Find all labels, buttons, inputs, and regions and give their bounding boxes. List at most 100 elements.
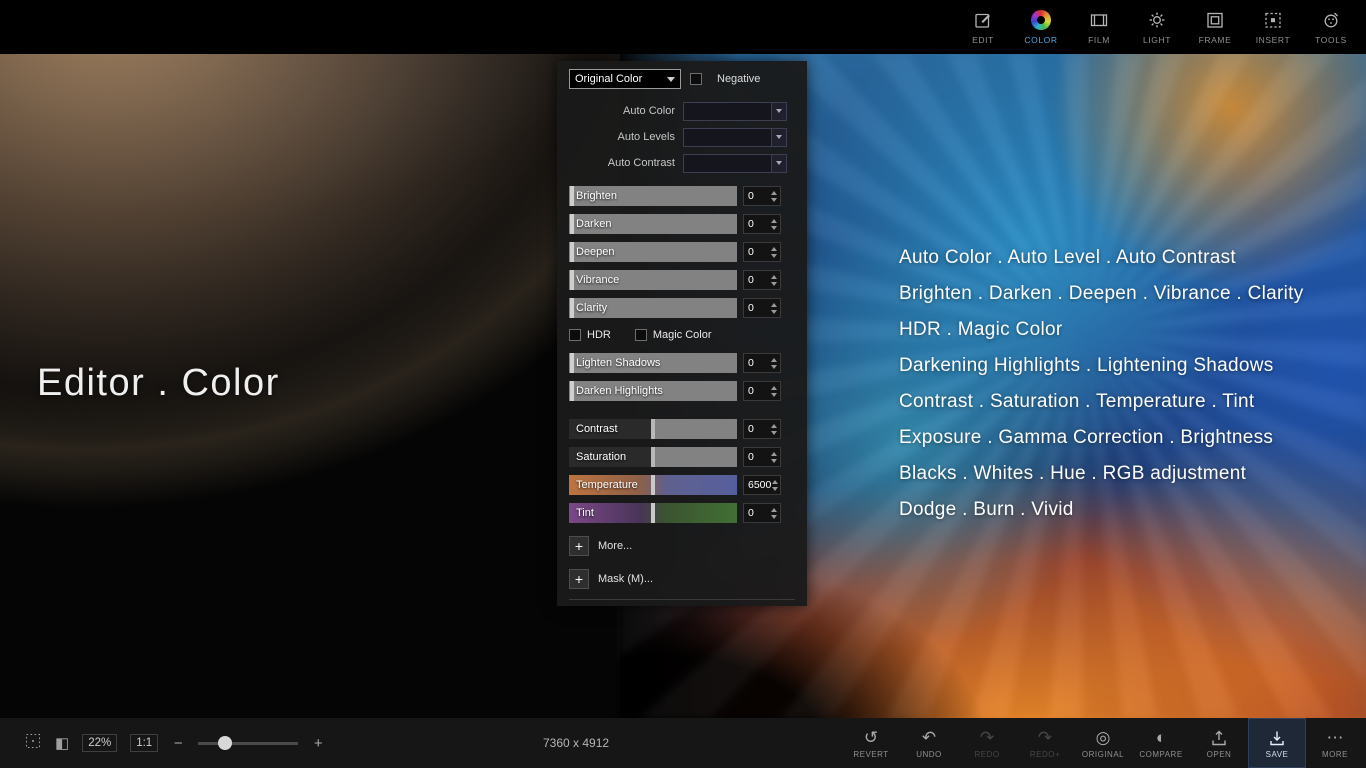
saturation-spinner[interactable]: 0 <box>743 447 781 467</box>
spin-up-icon[interactable] <box>771 275 777 279</box>
mask-button[interactable]: + <box>569 569 589 589</box>
tab-color[interactable]: COLOR <box>1012 0 1070 54</box>
slider-handle[interactable] <box>570 186 574 206</box>
slider-handle[interactable] <box>651 503 655 523</box>
spinner-arrows <box>769 275 780 286</box>
slider-handle[interactable] <box>651 475 655 495</box>
more-menu-label: MORE <box>1322 750 1348 759</box>
original-button[interactable]: ◎ ORIGINAL <box>1074 718 1132 768</box>
slider-handle[interactable] <box>651 447 655 467</box>
contrast-slider[interactable]: Contrast <box>569 419 737 439</box>
auto-color-select[interactable] <box>683 102 787 121</box>
redo-button[interactable]: ↷ REDO <box>958 718 1016 768</box>
marquee-icon[interactable] <box>24 732 42 755</box>
spin-down-icon[interactable] <box>771 282 777 286</box>
original-icon: ◎ <box>1096 728 1111 748</box>
spin-down-icon[interactable] <box>772 487 778 491</box>
magic-color-checkbox[interactable] <box>635 329 647 341</box>
slider-handle[interactable] <box>570 270 574 290</box>
split-view-icon[interactable]: ◧ <box>55 734 69 752</box>
deepen-row: Deepen 0 <box>569 242 795 262</box>
more-menu-button[interactable]: ⋯ MORE <box>1306 718 1364 768</box>
negative-checkbox[interactable] <box>690 73 702 85</box>
tab-frame[interactable]: FRAME <box>1186 0 1244 54</box>
darken-highlights-value: 0 <box>744 385 769 397</box>
temperature-slider[interactable]: Temperature <box>569 475 737 495</box>
tab-color-label: COLOR <box>1024 35 1057 45</box>
vibrance-spinner[interactable]: 0 <box>743 270 781 290</box>
lighten-shadows-slider[interactable]: Lighten Shadows <box>569 353 737 373</box>
spin-up-icon[interactable] <box>772 480 778 484</box>
spin-up-icon[interactable] <box>771 219 777 223</box>
tint-slider[interactable]: Tint <box>569 503 737 523</box>
zoom-slider[interactable] <box>198 736 298 750</box>
open-button[interactable]: OPEN <box>1190 718 1248 768</box>
spin-down-icon[interactable] <box>771 365 777 369</box>
spin-up-icon[interactable] <box>771 358 777 362</box>
deepen-slider[interactable]: Deepen <box>569 242 737 262</box>
slider-handle[interactable] <box>570 381 574 401</box>
spin-down-icon[interactable] <box>771 198 777 202</box>
slider-handle[interactable] <box>651 419 655 439</box>
zoom-out-button[interactable]: − <box>171 735 185 752</box>
spin-up-icon[interactable] <box>771 508 777 512</box>
more-button[interactable]: + <box>569 536 589 556</box>
preset-dropdown[interactable]: Original Color <box>569 69 681 89</box>
brighten-spinner[interactable]: 0 <box>743 186 781 206</box>
tab-film[interactable]: FILM <box>1070 0 1128 54</box>
action-buttons: ↺ REVERT ↶ UNDO ↷ REDO ↷ REDO+ ◎ ORIGINA… <box>842 718 1364 768</box>
darken-spinner[interactable]: 0 <box>743 214 781 234</box>
save-button[interactable]: SAVE <box>1248 718 1306 768</box>
revert-button[interactable]: ↺ REVERT <box>842 718 900 768</box>
auto-levels-select[interactable] <box>683 128 787 147</box>
spin-down-icon[interactable] <box>771 515 777 519</box>
compare-button[interactable]: ◐ COMPARE <box>1132 718 1190 768</box>
compare-label: COMPARE <box>1139 750 1182 759</box>
slider-handle[interactable] <box>570 214 574 234</box>
clarity-spinner[interactable]: 0 <box>743 298 781 318</box>
spin-up-icon[interactable] <box>771 303 777 307</box>
zoom-in-button[interactable]: + <box>311 735 325 752</box>
spin-up-icon[interactable] <box>771 247 777 251</box>
tab-edit[interactable]: EDIT <box>954 0 1012 54</box>
saturation-slider[interactable]: Saturation <box>569 447 737 467</box>
spin-down-icon[interactable] <box>771 459 777 463</box>
zoom-level[interactable]: 22% <box>82 734 117 752</box>
brighten-slider[interactable]: Brighten <box>569 186 737 206</box>
spin-up-icon[interactable] <box>771 191 777 195</box>
spin-down-icon[interactable] <box>771 393 777 397</box>
darken-highlights-spinner[interactable]: 0 <box>743 381 781 401</box>
vibrance-slider[interactable]: Vibrance <box>569 270 737 290</box>
zoom-ratio-button[interactable]: 1:1 <box>130 734 158 752</box>
tab-tools[interactable]: TOOLS <box>1302 0 1360 54</box>
darken-slider[interactable]: Darken <box>569 214 737 234</box>
slider-handle[interactable] <box>570 353 574 373</box>
spin-down-icon[interactable] <box>771 226 777 230</box>
darken-highlights-slider[interactable]: Darken Highlights <box>569 381 737 401</box>
spin-down-icon[interactable] <box>771 310 777 314</box>
contrast-spinner[interactable]: 0 <box>743 419 781 439</box>
spin-up-icon[interactable] <box>771 386 777 390</box>
spin-down-icon[interactable] <box>771 254 777 258</box>
hdr-checkbox[interactable] <box>569 329 581 341</box>
slider-handle[interactable] <box>570 298 574 318</box>
tab-light[interactable]: LIGHT <box>1128 0 1186 54</box>
tab-insert[interactable]: INSERT <box>1244 0 1302 54</box>
spin-up-icon[interactable] <box>771 424 777 428</box>
tab-light-label: LIGHT <box>1143 35 1171 45</box>
redo-plus-icon: ↷ <box>1038 728 1052 748</box>
spin-down-icon[interactable] <box>771 431 777 435</box>
temperature-spinner[interactable]: 6500 <box>743 475 781 495</box>
zoom-slider-track[interactable] <box>198 742 298 745</box>
lighten-shadows-spinner[interactable]: 0 <box>743 353 781 373</box>
auto-contrast-select[interactable] <box>683 154 787 173</box>
redo-plus-button[interactable]: ↷ REDO+ <box>1016 718 1074 768</box>
zoom-slider-knob[interactable] <box>218 736 232 750</box>
slider-handle[interactable] <box>570 242 574 262</box>
clarity-row: Clarity 0 <box>569 298 795 318</box>
undo-button[interactable]: ↶ UNDO <box>900 718 958 768</box>
tint-spinner[interactable]: 0 <box>743 503 781 523</box>
deepen-spinner[interactable]: 0 <box>743 242 781 262</box>
spin-up-icon[interactable] <box>771 452 777 456</box>
clarity-slider[interactable]: Clarity <box>569 298 737 318</box>
